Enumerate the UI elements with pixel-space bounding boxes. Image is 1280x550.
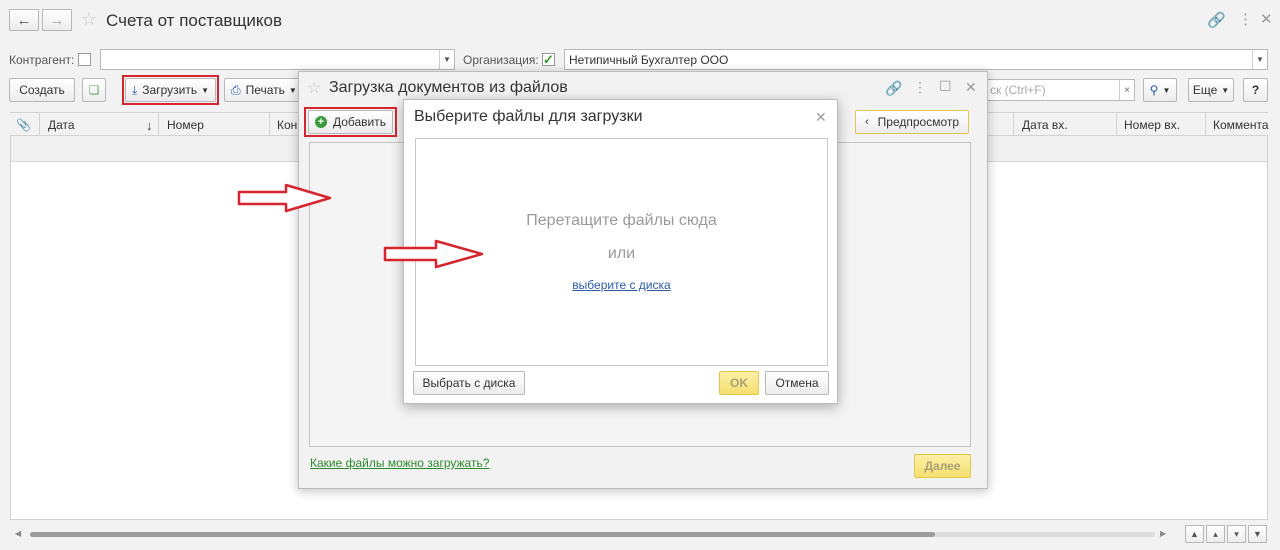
more-button-label: Еще [1192,83,1218,97]
sort-descending-icon[interactable]: ↓ [146,118,153,133]
caret-down-icon: ▾ [1234,528,1239,539]
annotation-arrow-icon [237,183,332,213]
help-button-label: ? [1251,83,1260,97]
choose-from-disk-label: Выбрать с диска [422,376,516,390]
page-up-button[interactable]: ▴ [1206,525,1225,543]
search-icon: ⚲ [1149,83,1159,97]
first-page-icon: ▲ [1190,529,1199,539]
preview-button[interactable]: ‹ Предпросмотр [855,110,969,134]
counterparty-checkbox[interactable] [78,53,91,66]
favorite-star-icon[interactable]: ☆ [81,9,97,30]
back-button[interactable]: ← [9,9,39,31]
printer-icon: ⎙ [231,82,241,97]
last-page-icon: ▼ [1253,529,1262,539]
select-dialog-title: Выберите файлы для загрузки [414,108,643,125]
scroll-left-icon[interactable]: ◀ [15,529,21,538]
column-divider [269,113,270,136]
ok-button[interactable]: OK [719,371,759,395]
next-label: Далее [924,459,961,473]
counterparty-label: Контрагент: [9,53,75,67]
drop-hint: Перетащите файлы сюда [526,212,717,229]
scrollbar-thumb[interactable] [30,532,935,537]
preview-label: Предпросмотр [877,115,960,129]
counterparty-select[interactable]: ▼ [100,49,455,70]
filter-bar: Контрагент: ▼ Организация: ✓ Нетипичный … [0,48,1280,72]
column-incoming-date[interactable]: Дата вх. [1022,118,1068,132]
annotation-arrow-icon [383,239,484,269]
more-vertical-icon[interactable]: ⋮ [913,79,927,96]
close-icon[interactable]: ✕ [1260,10,1273,28]
create-button[interactable]: Создать [9,78,75,102]
paperclip-icon[interactable]: 📎 [16,118,31,132]
close-icon[interactable]: ✕ [965,79,977,96]
page-down-button[interactable]: ▾ [1227,525,1246,543]
column-divider [39,113,40,136]
next-button[interactable]: Далее [914,454,971,478]
chevron-down-icon[interactable]: ▼ [1252,50,1267,69]
clear-icon[interactable]: × [1119,80,1134,100]
column-divider [1116,113,1117,136]
first-page-button[interactable]: ▲ [1185,525,1204,543]
scroll-right-icon[interactable]: ▶ [1160,529,1166,538]
choose-from-disk-button[interactable]: Выбрать с диска [413,371,525,395]
more-vertical-icon[interactable]: ⋮ [1238,10,1253,28]
column-number[interactable]: Номер [167,118,204,132]
search-input[interactable]: ск (Ctrl+F) × [985,79,1135,101]
copy-document-button[interactable]: ❏ [82,78,106,102]
upload-button-highlight [122,75,219,105]
chevron-down-icon: ▼ [1162,85,1171,95]
choose-from-disk-link[interactable]: выберите с диска [416,278,827,292]
print-button[interactable]: ⎙ Печать ▼ [224,78,302,102]
chevron-down-icon[interactable]: ▼ [439,50,454,69]
chevron-left-icon: ‹ [864,116,869,128]
document-copy-icon: ❏ [88,83,100,97]
link-icon[interactable]: 🔗 [1207,11,1226,29]
checkmark-icon: ✓ [543,51,554,67]
column-comment[interactable]: Коммента [1213,118,1269,132]
cancel-button[interactable]: Отмена [765,371,829,395]
column-incoming-number[interactable]: Номер вх. [1124,118,1180,132]
organization-label: Организация: [463,53,539,67]
more-button[interactable]: Еще ▼ [1188,78,1234,102]
favorite-star-icon[interactable]: ☆ [307,78,321,98]
load-dialog-title: Загрузка документов из файлов [329,79,568,96]
chevron-down-icon: ▼ [288,85,297,95]
close-icon[interactable]: ✕ [815,109,827,126]
add-button-highlight [304,107,397,137]
forward-button[interactable]: → [42,9,72,31]
chevron-down-icon: ▼ [1221,85,1230,95]
create-button-label: Создать [19,83,65,97]
caret-up-icon: ▴ [1213,528,1218,539]
organization-select[interactable]: Нетипичный Бухгалтер ООО ▼ [564,49,1268,70]
organization-value: Нетипичный Бухгалтер ООО [569,53,729,67]
arrow-right-icon: → [49,11,65,29]
maximize-icon[interactable]: ☐ [939,78,952,95]
arrow-left-icon: ← [16,11,32,29]
search-button[interactable]: ⚲ ▼ [1143,78,1177,102]
column-divider [158,113,159,136]
horizontal-scrollbar[interactable]: ◀ ▶ [10,526,1170,542]
page-title: Счета от поставщиков [106,11,283,30]
column-divider [1013,113,1014,136]
column-counterparty[interactable]: Кон [277,118,297,132]
print-button-label: Печать [245,83,285,97]
search-placeholder: ск (Ctrl+F) [990,83,1046,97]
column-date[interactable]: Дата [48,118,75,132]
link-icon[interactable]: 🔗 [885,80,902,97]
column-divider [1205,113,1206,136]
cancel-label: Отмена [775,376,819,390]
title-bar: ← → ☆ Счета от поставщиков 🔗 ⋮ ✕ [0,0,1280,42]
last-page-button[interactable]: ▼ [1248,525,1267,543]
organization-checkbox[interactable]: ✓ [542,51,555,67]
ok-label: OK [730,376,748,390]
help-button[interactable]: ? [1243,78,1268,102]
allowed-files-link[interactable]: Какие файлы можно загружать? [310,456,489,470]
